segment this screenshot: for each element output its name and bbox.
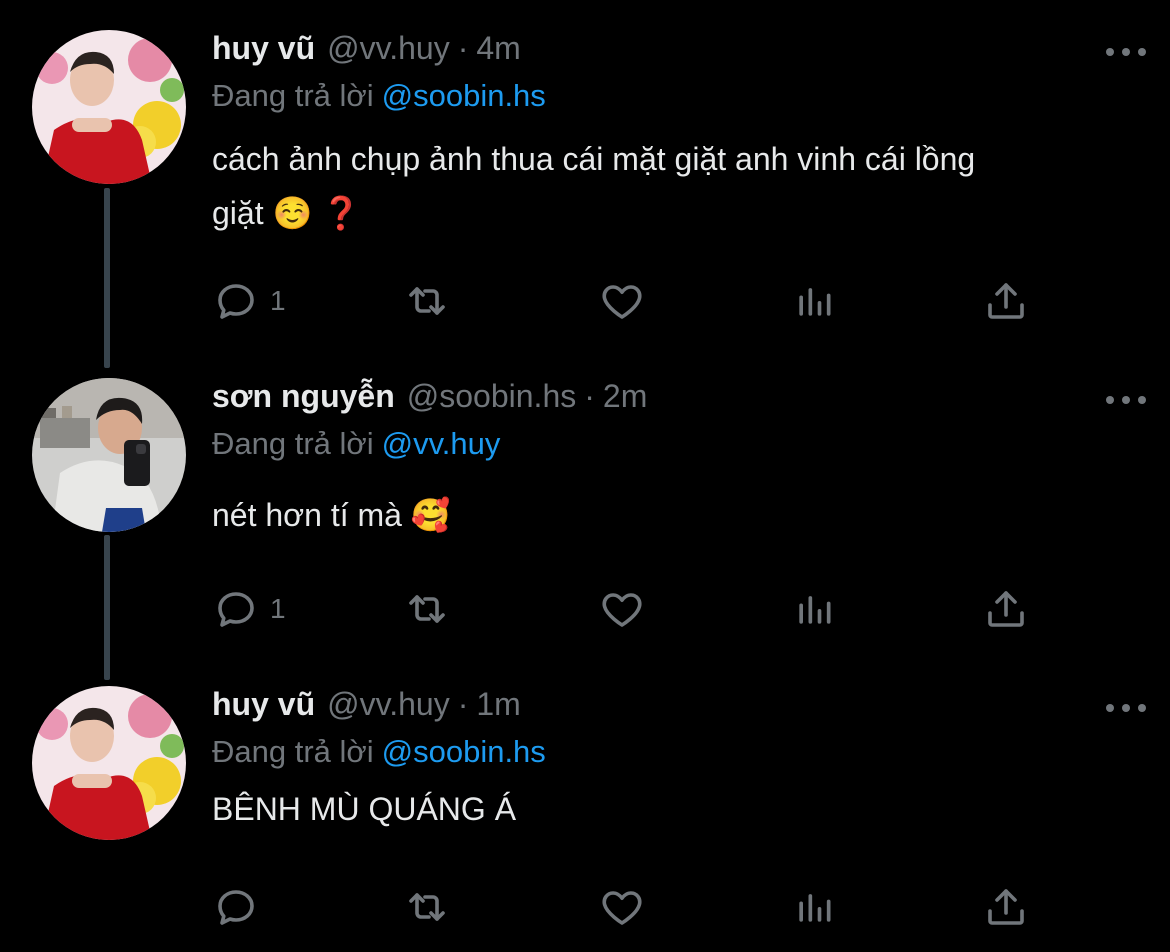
retweet-icon bbox=[409, 287, 445, 315]
tweet-text: nét hơn tí mà 🥰 bbox=[212, 488, 1132, 542]
tweet-header: huy vũ @vv.huy · 1m bbox=[212, 686, 1132, 730]
share-button[interactable] bbox=[982, 276, 1030, 326]
reply-count: 1 bbox=[270, 285, 286, 316]
display-name[interactable]: huy vũ bbox=[212, 686, 315, 723]
tweet-header: sơn nguyễn @soobin.hs · 2m bbox=[212, 378, 1132, 422]
heart-icon bbox=[602, 285, 642, 319]
timestamp[interactable]: 2m bbox=[603, 378, 647, 415]
reply-icon bbox=[218, 890, 254, 925]
tweet-text-line: nét hơn tí mà 🥰 bbox=[212, 497, 451, 533]
action-bar bbox=[212, 882, 1042, 932]
avatar[interactable] bbox=[32, 686, 186, 840]
share-icon bbox=[988, 283, 1024, 319]
separator-dot: · bbox=[457, 30, 469, 66]
retweet-icon bbox=[409, 893, 445, 921]
reply-count: 1 bbox=[270, 593, 286, 624]
timestamp[interactable]: 1m bbox=[476, 686, 520, 723]
reply-thread: huy vũ @vv.huy · 4m Đang trả lời @soobin.… bbox=[0, 0, 1170, 952]
user-handle[interactable]: @soobin.hs bbox=[407, 378, 576, 415]
tweet-text-line: BÊNH MÙ QUÁNG Á bbox=[212, 791, 517, 827]
replying-to-label: Đang trả lời bbox=[212, 78, 374, 113]
heart-icon bbox=[602, 891, 642, 925]
user-handle[interactable]: @vv.huy bbox=[327, 30, 450, 67]
tweet-text-line: giặt ☺️ ❓ bbox=[212, 195, 362, 231]
separator-dot: · bbox=[457, 686, 469, 722]
retweet-button[interactable] bbox=[402, 584, 452, 634]
mention-link[interactable]: @vv.huy bbox=[382, 426, 501, 461]
more-icon[interactable] bbox=[1106, 390, 1146, 410]
display-name[interactable]: huy vũ bbox=[212, 30, 315, 67]
replying-to: Đang trả lời @vv.huy bbox=[212, 426, 1132, 474]
avatar[interactable] bbox=[32, 378, 186, 532]
views-button[interactable] bbox=[792, 882, 836, 932]
avatar[interactable] bbox=[32, 30, 186, 184]
views-button[interactable] bbox=[792, 276, 836, 326]
action-bar: 1 bbox=[212, 276, 1042, 326]
share-icon bbox=[988, 591, 1024, 627]
retweet-button[interactable] bbox=[402, 882, 452, 932]
tweet-text: BÊNH MÙ QUÁNG Á bbox=[212, 782, 1132, 836]
tweet-header: huy vũ @vv.huy · 4m bbox=[212, 30, 1132, 74]
action-bar: 1 bbox=[212, 584, 1042, 634]
replying-to-label: Đang trả lời bbox=[212, 426, 374, 461]
more-icon[interactable] bbox=[1106, 42, 1146, 62]
timestamp[interactable]: 4m bbox=[476, 30, 520, 67]
mention-link[interactable]: @soobin.hs bbox=[382, 78, 546, 113]
display-name[interactable]: sơn nguyễn bbox=[212, 378, 395, 415]
retweet-button[interactable] bbox=[402, 276, 452, 326]
reply-button[interactable] bbox=[212, 882, 270, 932]
like-button[interactable] bbox=[598, 276, 646, 326]
views-icon bbox=[799, 596, 831, 624]
replying-to: Đang trả lời @soobin.hs bbox=[212, 78, 1132, 126]
replying-to-label: Đang trả lời bbox=[212, 734, 374, 769]
reply-icon bbox=[218, 592, 254, 627]
reply-button[interactable]: 1 bbox=[212, 276, 286, 326]
tweet[interactable]: sơn nguyễn @soobin.hs · 2m Đang trả lời @… bbox=[0, 348, 1170, 678]
reply-button[interactable]: 1 bbox=[212, 584, 286, 634]
share-button[interactable] bbox=[982, 882, 1030, 932]
separator-dot: · bbox=[584, 378, 595, 414]
views-button[interactable] bbox=[792, 584, 836, 634]
heart-icon bbox=[602, 593, 642, 627]
user-handle[interactable]: @vv.huy bbox=[327, 686, 450, 723]
replying-to: Đang trả lời @soobin.hs bbox=[212, 734, 1132, 782]
like-button[interactable] bbox=[598, 882, 646, 932]
share-icon bbox=[988, 889, 1024, 925]
tweet-text: cách ảnh chụp ảnh thua cái mặt giặt anh … bbox=[212, 132, 1132, 240]
retweet-icon bbox=[409, 595, 445, 623]
tweet[interactable]: huy vũ @vv.huy · 4m Đang trả lời @soobin.… bbox=[0, 0, 1170, 350]
like-button[interactable] bbox=[598, 584, 646, 634]
reply-icon bbox=[218, 284, 254, 319]
views-icon bbox=[799, 288, 831, 316]
share-button[interactable] bbox=[982, 584, 1030, 634]
tweet[interactable]: huy vũ @vv.huy · 1m Đang trả lời @soobin.… bbox=[0, 656, 1170, 952]
mention-link[interactable]: @soobin.hs bbox=[382, 734, 546, 769]
more-icon[interactable] bbox=[1106, 698, 1146, 718]
tweet-text-line: cách ảnh chụp ảnh thua cái mặt giặt anh … bbox=[212, 141, 976, 177]
views-icon bbox=[799, 894, 831, 922]
